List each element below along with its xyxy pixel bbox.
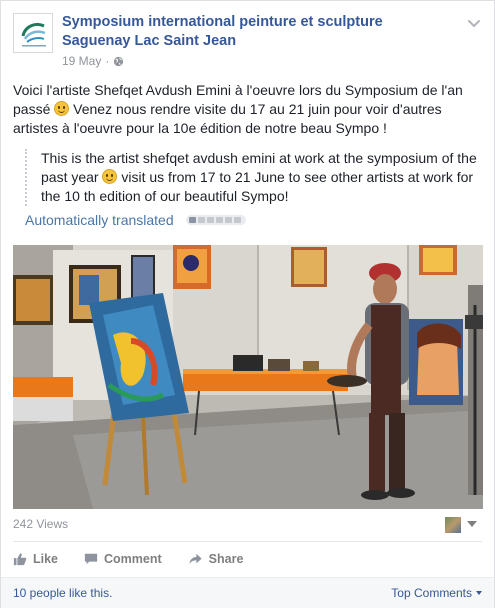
video-frame (13, 245, 483, 509)
auto-translated-row: Automatically translated (25, 212, 246, 228)
smile-emoji-icon (54, 101, 70, 116)
viewer-avatar-icon[interactable] (445, 517, 461, 533)
page-logo-icon (14, 14, 52, 52)
like-button[interactable]: Like (13, 549, 58, 569)
likes-summary[interactable]: 10 people like this. (13, 586, 112, 600)
post-actions: Like Comment Share (13, 549, 269, 569)
like-label: Like (33, 552, 59, 566)
translation-block: This is the artist shefqet avdush emini … (25, 149, 481, 206)
chevron-down-icon[interactable] (466, 15, 482, 31)
view-count: 242 Views (13, 517, 69, 531)
views-row: 242 Views (13, 515, 483, 535)
top-comments-dropdown[interactable]: Top Comments (391, 586, 482, 600)
comment-button[interactable]: Comment (84, 549, 162, 569)
translation-rating-icon[interactable] (185, 215, 246, 225)
auto-translated-label[interactable]: Automatically translated (25, 212, 174, 228)
post-footer: 10 people like this. Top Comments (1, 577, 494, 608)
meta-separator: · (105, 54, 110, 68)
share-label: Share (208, 552, 244, 566)
post-text-part-2: Venez nous rendre visite du 17 au 21 jui… (13, 101, 442, 136)
post-date[interactable]: 19 May (62, 54, 101, 68)
share-button[interactable]: Share (188, 549, 244, 569)
caret-down-icon (476, 591, 482, 595)
speech-bubble-icon (84, 553, 98, 565)
post-text: Voici l'artiste Shefqet Avdush Emini à l… (13, 81, 483, 138)
page-avatar[interactable] (13, 13, 53, 53)
post-header: Symposium international peinture et scul… (13, 11, 482, 68)
divider (13, 541, 482, 542)
post-video[interactable] (13, 245, 483, 509)
smile-emoji-icon (102, 169, 118, 184)
caret-down-icon[interactable] (467, 521, 477, 527)
share-arrow-icon (189, 553, 202, 565)
post-meta: 19 May · (62, 54, 124, 68)
comment-label: Comment (104, 552, 162, 566)
globe-icon[interactable] (113, 56, 124, 67)
top-comments-label: Top Comments (391, 586, 472, 600)
facebook-post-card: Symposium international peinture et scul… (0, 0, 495, 608)
thumbs-up-icon (13, 553, 27, 566)
page-name-link[interactable]: Symposium international peinture et scul… (62, 13, 422, 51)
